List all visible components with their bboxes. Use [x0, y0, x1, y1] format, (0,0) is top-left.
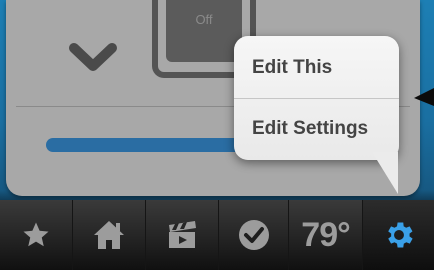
checkmark-icon — [238, 220, 269, 250]
home-icon — [94, 221, 124, 249]
tab-climate[interactable]: 79° — [289, 200, 363, 270]
clapperboard-icon — [169, 221, 196, 248]
edge-pointer-icon — [414, 88, 434, 106]
tab-favorites[interactable] — [0, 200, 73, 270]
star-icon — [23, 222, 49, 247]
tab-scenes[interactable] — [219, 200, 289, 270]
toggle-switch[interactable]: Off — [166, 0, 242, 62]
gear-icon — [387, 222, 413, 248]
tab-home[interactable] — [73, 200, 146, 270]
menu-item-label: Edit This — [252, 57, 333, 78]
tab-settings[interactable] — [363, 200, 434, 270]
menu-item-edit-settings[interactable]: Edit Settings — [234, 99, 399, 159]
menu-item-edit-this[interactable]: Edit This — [234, 38, 399, 98]
tab-bar: 79° — [0, 200, 434, 270]
temperature-label: 79° — [301, 215, 350, 254]
menu-item-label: Edit Settings — [252, 118, 369, 139]
popover-tail — [372, 152, 398, 194]
edit-popover: Edit This Edit Settings — [234, 36, 399, 160]
tab-media[interactable] — [146, 200, 219, 270]
chevron-down-icon[interactable] — [68, 40, 118, 74]
toggle-state-label: Off — [195, 12, 213, 27]
